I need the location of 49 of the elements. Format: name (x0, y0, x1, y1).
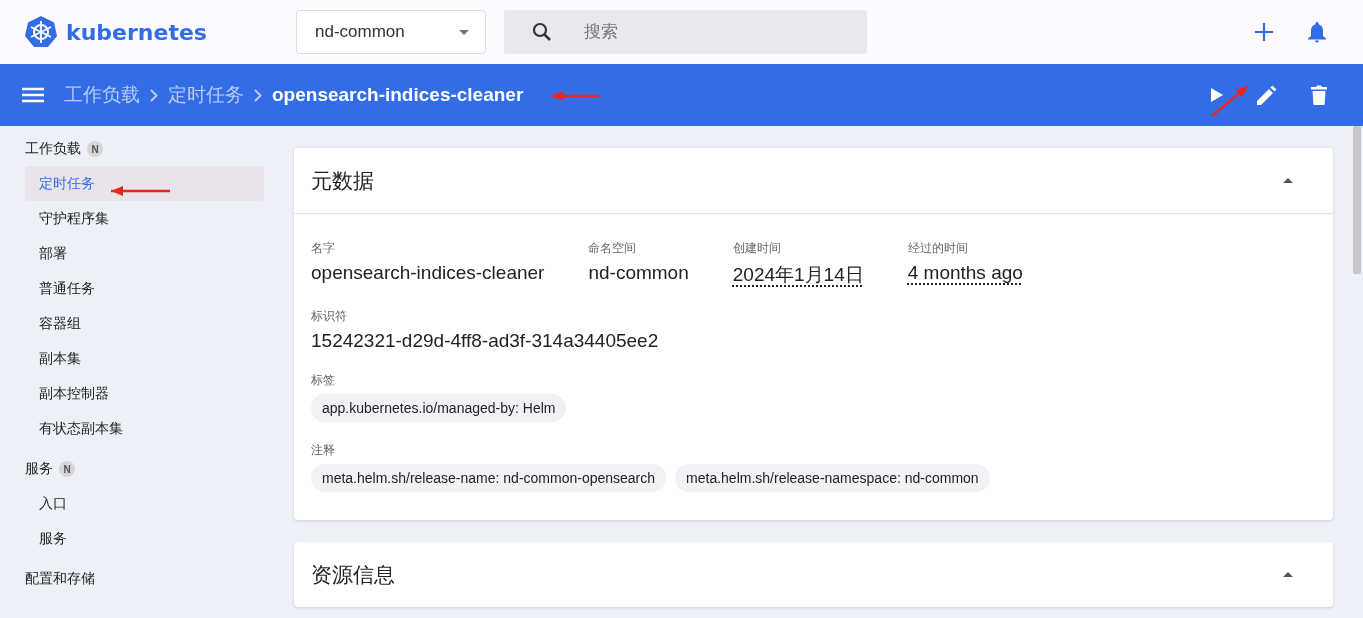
field-label: 命名空间 (588, 240, 638, 257)
field-value: opensearch-indices-cleaner (311, 262, 545, 284)
chip: meta.helm.sh/release-name: nd-common-opensearch (311, 464, 667, 492)
field-label: 注释 (311, 442, 336, 459)
field-value: nd-common (588, 262, 689, 284)
sidebar-group-title[interactable]: 服务 (25, 460, 53, 478)
sidebar-item[interactable]: 容器组 (25, 306, 264, 341)
sidebar-item[interactable]: 入口 (25, 486, 264, 521)
chevron-icon (254, 88, 262, 102)
play-icon[interactable] (1211, 88, 1223, 102)
search-field[interactable]: 搜索 (504, 10, 867, 54)
chevron-icon (150, 88, 158, 102)
field-label: 创建时间 (732, 240, 782, 257)
field-value: 4 months ago (907, 262, 1023, 284)
chip: meta.helm.sh/release-namespace: nd-common (675, 464, 990, 492)
card-title: 元数据 (311, 167, 374, 194)
sidebar-group-title[interactable]: 工作负载 (25, 140, 81, 158)
sidebar-group-title[interactable]: 配置和存储 (25, 570, 95, 588)
namespace-badge: N (59, 461, 75, 477)
edit-icon[interactable] (1257, 85, 1277, 105)
field-label: 标签 (311, 372, 336, 389)
field-label: 名字 (311, 240, 336, 257)
delete-icon[interactable] (1311, 85, 1327, 105)
field-label: 经过的时间 (907, 240, 969, 257)
chip: app.kubernetes.io/managed-by: Helm (311, 394, 567, 422)
sidebar-item[interactable]: 服务 (25, 521, 264, 556)
sidebar-item[interactable]: 有状态副本集 (25, 411, 264, 446)
sidebar-item[interactable]: 定时任务 (25, 166, 264, 201)
logo-text: kubernetes (66, 19, 207, 45)
add-icon[interactable] (1255, 23, 1273, 41)
scrollbar[interactable] (1353, 126, 1361, 274)
field-label: 标识符 (311, 308, 348, 325)
collapse-icon[interactable] (1283, 178, 1293, 183)
namespace-dropdown[interactable]: nd-common (296, 10, 486, 54)
sidebar-item[interactable]: 部署 (25, 236, 264, 271)
breadcrumb: opensearch-indices-cleaner (272, 84, 524, 106)
field-value: 2024年1月14日 (732, 263, 864, 287)
sidebar-item[interactable]: 副本控制器 (25, 376, 264, 411)
sidebar-item[interactable]: 副本集 (25, 341, 264, 376)
sidebar-item[interactable]: 普通任务 (25, 271, 264, 306)
card-title: 资源信息 (311, 561, 395, 588)
logo-icon (24, 15, 58, 49)
bell-icon[interactable] (1307, 21, 1327, 43)
menu-icon[interactable] (22, 87, 44, 103)
namespace-badge: N (87, 141, 103, 157)
caret-icon (459, 29, 469, 35)
collapse-icon[interactable] (1283, 572, 1293, 577)
field-value: 15242321-d29d-4ff8-ad3f-314a34405ee2 (311, 330, 660, 352)
sidebar-item[interactable]: 守护程序集 (25, 201, 264, 236)
